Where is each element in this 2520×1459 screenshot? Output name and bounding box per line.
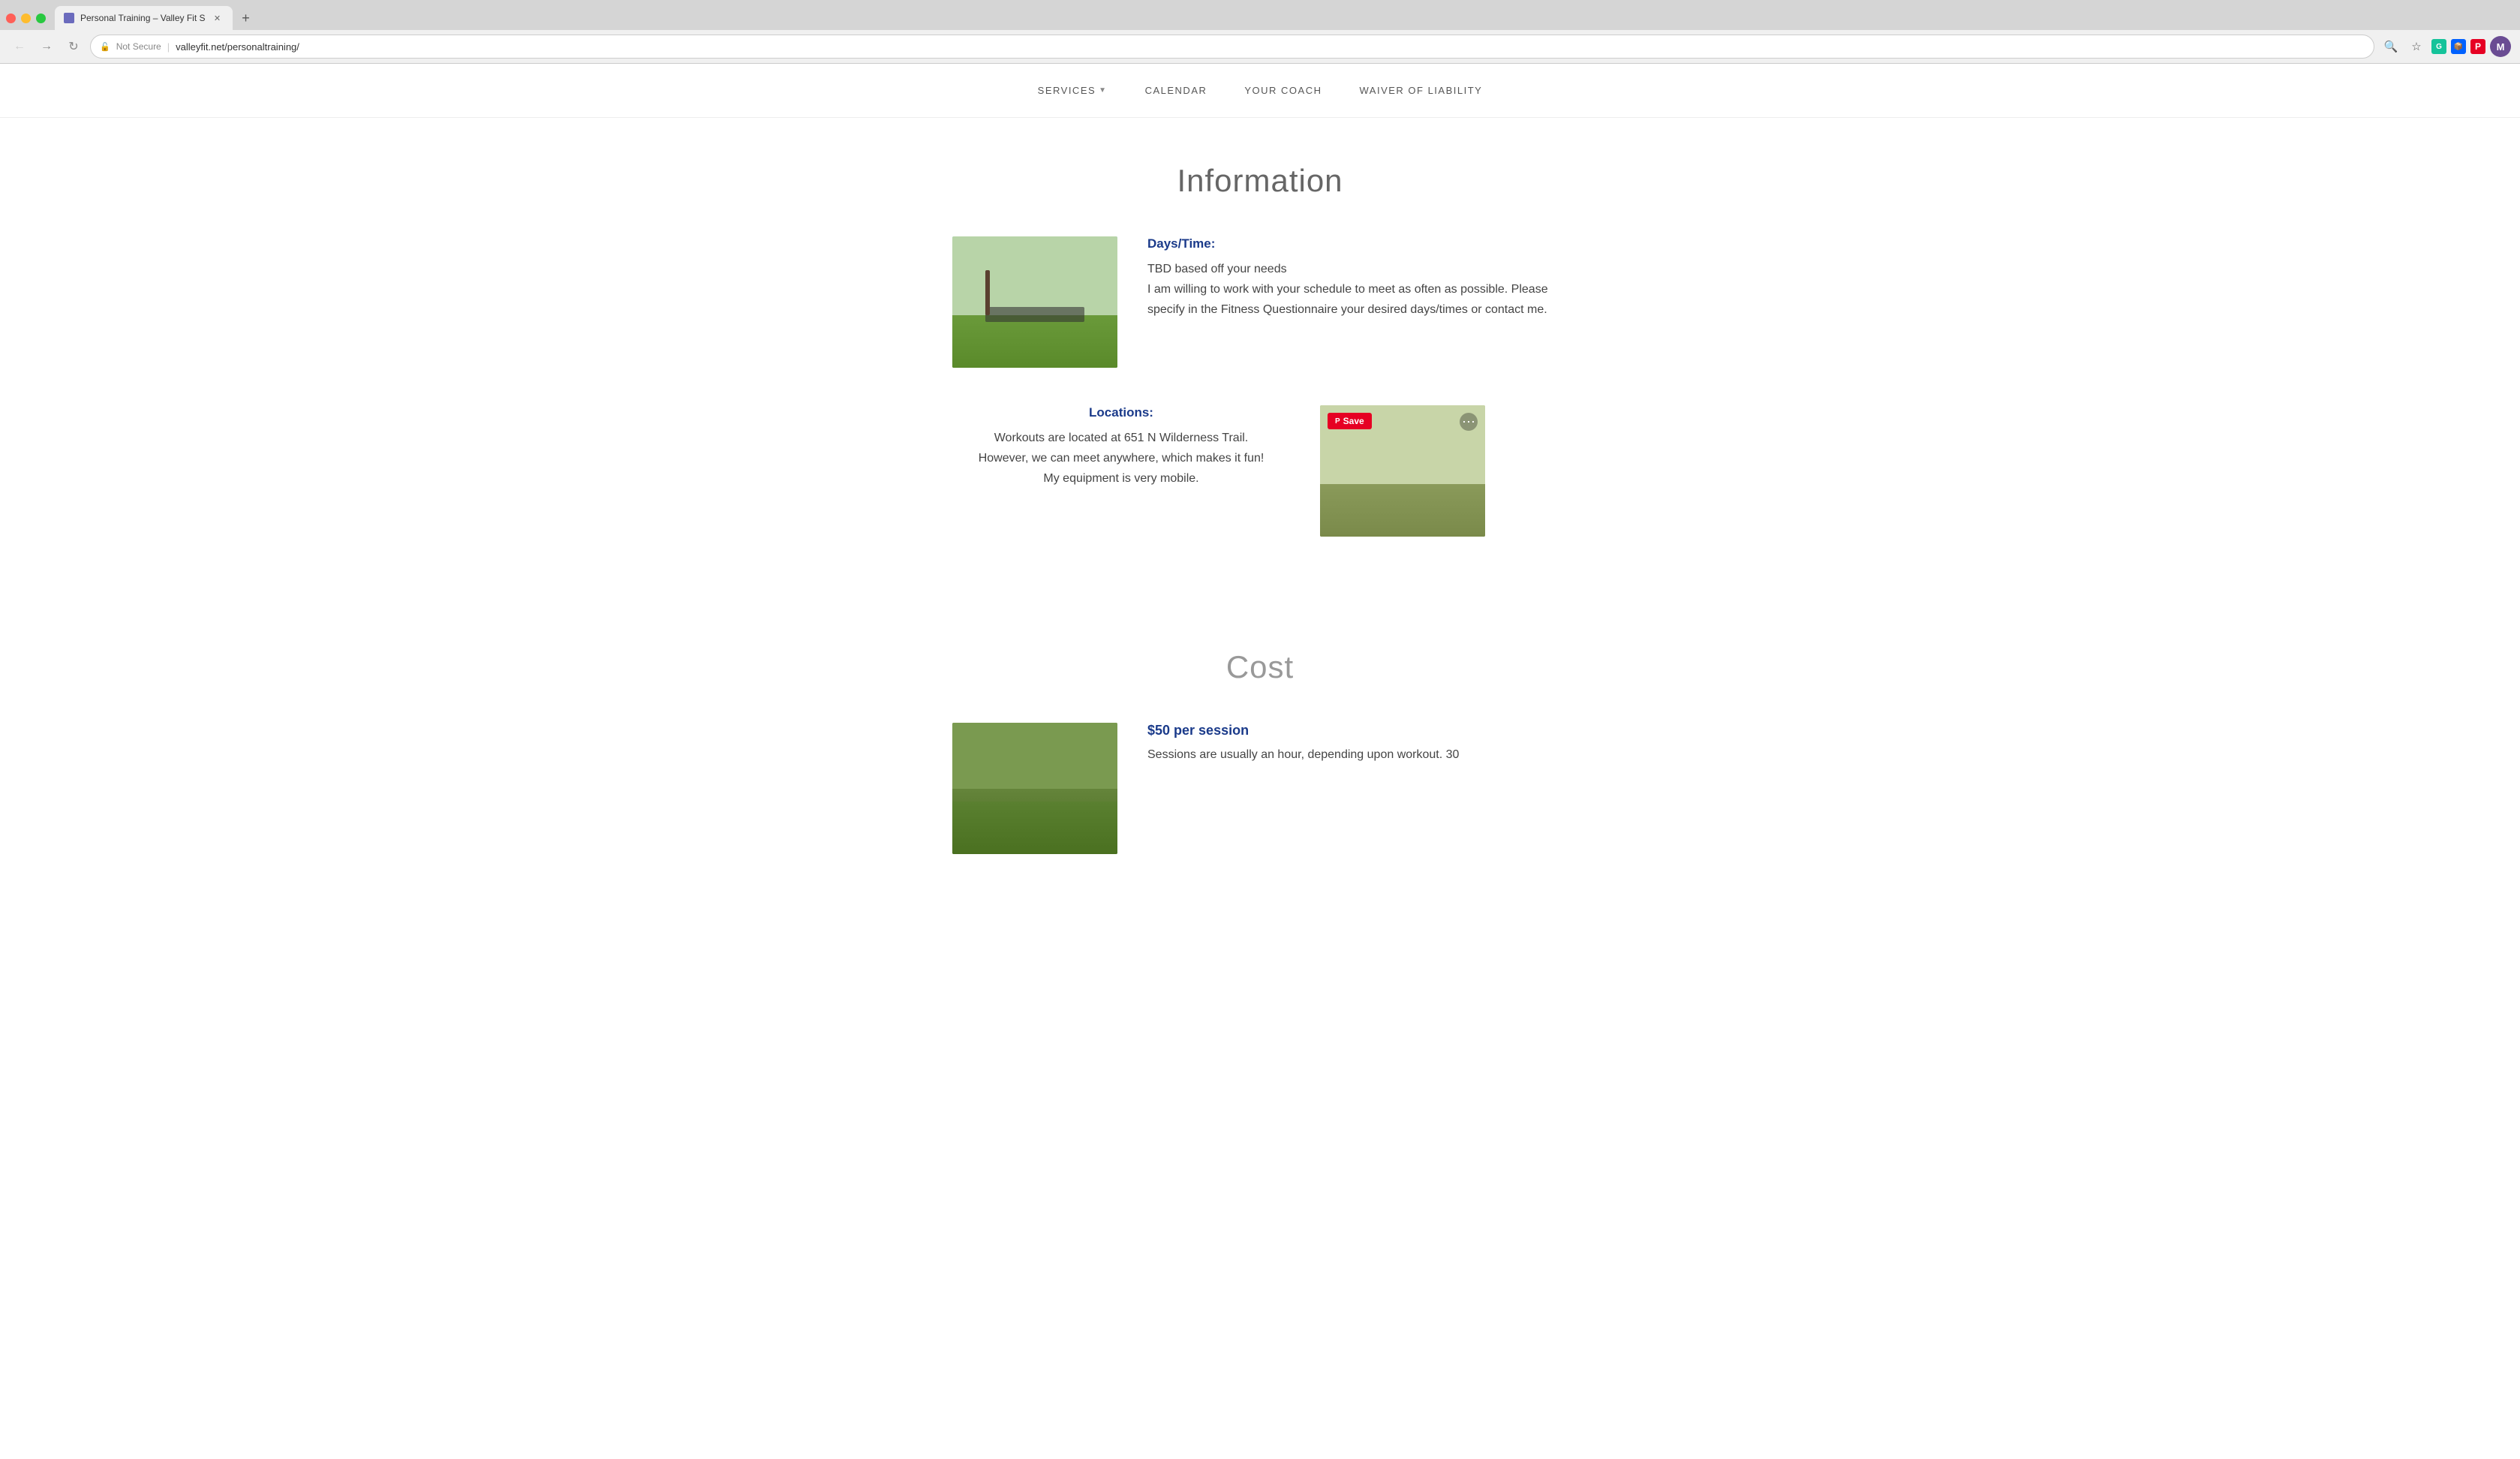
pinterest-icon: P <box>1335 417 1340 426</box>
nav-your-coach-label: YOUR COACH <box>1244 85 1322 96</box>
pinterest-save-button[interactable]: P Save <box>1328 413 1372 429</box>
price-label: $50 per session <box>1147 723 1568 739</box>
back-button[interactable]: ← <box>9 36 30 57</box>
pinterest-extension-icon[interactable]: P <box>2470 39 2485 54</box>
browser-chrome: Personal Training – Valley Fit S ✕ + ← →… <box>0 0 2520 64</box>
new-tab-button[interactable]: + <box>236 8 257 29</box>
maximize-button[interactable] <box>36 14 46 23</box>
search-icon[interactable]: 🔍 <box>2380 36 2401 57</box>
website-content: SERVICES ▼ CALENDAR YOUR COACH WAIVER OF… <box>0 64 2520 892</box>
locations-line1: Workouts are located at 651 N Wilderness… <box>994 432 1249 444</box>
more-options-icon[interactable]: ⋯ <box>1460 413 1478 431</box>
locations-row: P Save ⋯ Locations: Workouts are located… <box>952 405 1568 537</box>
locations-body: Workouts are located at 651 N Wilderness… <box>952 428 1290 489</box>
dropbox-extension-icon[interactable]: 📦 <box>2451 39 2466 54</box>
locations-text: Locations: Workouts are located at 651 N… <box>952 405 1290 489</box>
nav-calendar-label: CALENDAR <box>1145 85 1207 96</box>
days-time-text: Days/Time: TBD based off your needs I am… <box>1147 236 1568 320</box>
days-time-line2: I am willing to work with your schedule … <box>1147 283 1548 316</box>
locations-label: Locations: <box>952 405 1290 420</box>
days-time-image <box>952 236 1117 368</box>
days-time-row: Days/Time: TBD based off your needs I am… <box>952 236 1568 368</box>
reload-button[interactable]: ↻ <box>63 36 84 57</box>
lock-icon: 🔓 <box>100 42 110 52</box>
cost-per-session-row: $50 per session Sessions are usually an … <box>952 723 1568 854</box>
nav-services-label: SERVICES <box>1038 85 1096 96</box>
figure-icon <box>985 307 1084 322</box>
active-tab[interactable]: Personal Training – Valley Fit S ✕ <box>55 6 233 30</box>
tab-bar: Personal Training – Valley Fit S ✕ + <box>0 0 2520 30</box>
cost-text: $50 per session Sessions are usually an … <box>1147 723 1568 765</box>
save-label: Save <box>1343 416 1364 426</box>
nav-waiver[interactable]: WAIVER OF LIABILITY <box>1360 85 1483 96</box>
days-time-line1: TBD based off your needs <box>1147 263 1287 275</box>
services-dropdown-arrow-icon: ▼ <box>1099 86 1107 95</box>
tab-title: Personal Training – Valley Fit S <box>80 13 206 23</box>
address-bar[interactable]: 🔓 Not Secure | valleyfit.net/personaltra… <box>90 35 2374 59</box>
forest-ground <box>952 802 1117 854</box>
forest-image-placeholder <box>952 723 1117 854</box>
window-controls <box>6 14 46 23</box>
cost-section: Cost $50 per session Sessions are usuall… <box>952 604 1568 854</box>
cost-body: Sessions are usually an hour, depending … <box>1147 745 1568 765</box>
forward-button[interactable]: → <box>36 36 57 57</box>
minimize-button[interactable] <box>21 14 31 23</box>
park-image-placeholder <box>952 236 1117 368</box>
toolbar: ← → ↻ 🔓 Not Secure | valleyfit.net/perso… <box>0 30 2520 63</box>
nav-services[interactable]: SERVICES ▼ <box>1038 85 1108 96</box>
nav-your-coach[interactable]: YOUR COACH <box>1244 85 1322 96</box>
grass-area <box>952 315 1117 368</box>
nav-waiver-label: WAIVER OF LIABILITY <box>1360 85 1483 96</box>
toolbar-icons: 🔍 ☆ G 📦 P M <box>2380 36 2511 57</box>
url-separator: | <box>167 41 170 53</box>
locations-line3: My equipment is very mobile. <box>1043 472 1198 485</box>
days-time-body: TBD based off your needs I am willing to… <box>1147 259 1568 320</box>
days-time-label: Days/Time: <box>1147 236 1568 251</box>
tab-close-button[interactable]: ✕ <box>212 12 224 24</box>
information-section: Information Days/Time: TBD based off you… <box>952 163 1568 604</box>
outdoor-grass <box>1320 484 1485 537</box>
cost-title: Cost <box>952 649 1568 685</box>
url-display: valleyfit.net/personaltraining/ <box>176 41 299 53</box>
site-navigation: SERVICES ▼ CALENDAR YOUR COACH WAIVER OF… <box>0 64 2520 118</box>
locations-image-container: P Save ⋯ <box>1320 405 1485 537</box>
cost-line1: Sessions are usually an hour, depending … <box>1147 748 1459 761</box>
information-title: Information <box>952 163 1568 199</box>
grammarly-extension-icon[interactable]: G <box>2431 39 2446 54</box>
locations-line2: However, we can meet anywhere, which mak… <box>979 452 1265 465</box>
nav-calendar[interactable]: CALENDAR <box>1145 85 1207 96</box>
tab-favicon-icon <box>64 13 74 23</box>
main-content: Information Days/Time: TBD based off you… <box>922 118 1598 892</box>
sky-area <box>952 236 1117 315</box>
forest-sky <box>952 723 1117 789</box>
close-button[interactable] <box>6 14 16 23</box>
bookmark-star-icon[interactable]: ☆ <box>2406 36 2427 57</box>
not-secure-label: Not Secure <box>116 41 161 52</box>
cost-image <box>952 723 1117 854</box>
profile-avatar[interactable]: M <box>2490 36 2511 57</box>
